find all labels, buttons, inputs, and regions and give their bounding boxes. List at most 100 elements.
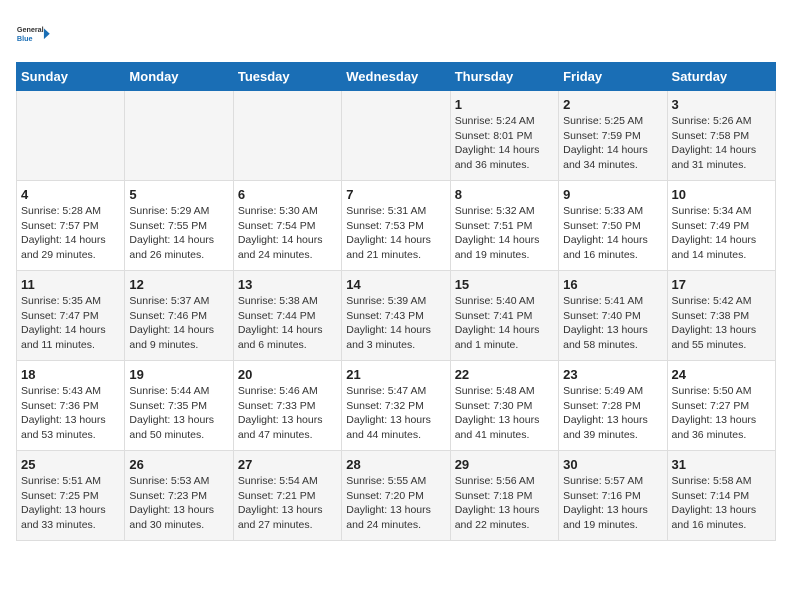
calendar-cell: 16 Sunrise: 5:41 AMSunset: 7:40 PMDayligh… (559, 271, 667, 361)
calendar-cell: 27Sunrise: 5:54 AMSunset: 7:21 PMDayligh… (233, 451, 341, 541)
day-info: Sunrise: 5:33 AMSunset: 7:50 PMDaylight:… (563, 204, 662, 263)
calendar-cell: 3Sunrise: 5:26 AMSunset: 7:58 PMDaylight… (667, 91, 775, 181)
weekday-header-tuesday: Tuesday (233, 63, 341, 91)
day-number: 13 (238, 277, 337, 292)
header: GeneralBlue (16, 16, 776, 52)
day-number: 14 (346, 277, 445, 292)
day-number: 9 (563, 187, 662, 202)
calendar-week-5: 25 Sunrise: 5:51 AMSunset: 7:25 PMDayligh… (17, 451, 776, 541)
day-info: Sunrise: 5:57 AMSunset: 7:16 PMDaylight:… (563, 474, 662, 533)
calendar-cell: 6Sunrise: 5:30 AMSunset: 7:54 PMDaylight… (233, 181, 341, 271)
day-number: 19 (129, 367, 228, 382)
day-info: Sunrise: 5:51 AMSunset: 7:25 PMDaylight:… (21, 474, 120, 533)
calendar-cell: 22 Sunrise: 5:48 AMSunset: 7:30 PMDayligh… (450, 361, 558, 451)
calendar-cell: 21Sunrise: 5:47 AMSunset: 7:32 PMDayligh… (342, 361, 450, 451)
day-number: 1 (455, 97, 554, 112)
day-info: Sunrise: 5:56 AMSunset: 7:18 PMDaylight:… (455, 474, 554, 533)
weekday-header-friday: Friday (559, 63, 667, 91)
calendar-cell: 25 Sunrise: 5:51 AMSunset: 7:25 PMDayligh… (17, 451, 125, 541)
day-number: 4 (21, 187, 120, 202)
calendar-cell (125, 91, 233, 181)
day-number: 18 (21, 367, 120, 382)
svg-text:Blue: Blue (17, 34, 33, 43)
day-info: Sunrise: 5:43 AMSunset: 7:36 PMDaylight:… (21, 384, 120, 443)
weekday-header-wednesday: Wednesday (342, 63, 450, 91)
day-info: Sunrise: 5:28 AMSunset: 7:57 PMDaylight:… (21, 204, 120, 263)
day-number: 8 (455, 187, 554, 202)
day-number: 23 (563, 367, 662, 382)
svg-text:General: General (17, 25, 44, 34)
day-info: Sunrise: 5:58 AMSunset: 7:14 PMDaylight:… (672, 474, 771, 533)
day-number: 24 (672, 367, 771, 382)
calendar-cell (17, 91, 125, 181)
day-number: 26 (129, 457, 228, 472)
day-number: 7 (346, 187, 445, 202)
day-number: 25 (21, 457, 120, 472)
day-number: 15 (455, 277, 554, 292)
weekday-header-thursday: Thursday (450, 63, 558, 91)
calendar-cell: 28 Sunrise: 5:55 AMSunset: 7:20 PMDayligh… (342, 451, 450, 541)
day-number: 5 (129, 187, 228, 202)
calendar-week-4: 18 Sunrise: 5:43 AMSunset: 7:36 PMDayligh… (17, 361, 776, 451)
calendar-cell: 15 Sunrise: 5:40 AMSunset: 7:41 PMDayligh… (450, 271, 558, 361)
calendar-cell: 2 Sunrise: 5:25 AMSunset: 7:59 PMDaylight… (559, 91, 667, 181)
day-number: 11 (21, 277, 120, 292)
day-info: Sunrise: 5:35 AMSunset: 7:47 PMDaylight:… (21, 294, 120, 353)
day-number: 6 (238, 187, 337, 202)
calendar-cell: 23 Sunrise: 5:49 AMSunset: 7:28 PMDayligh… (559, 361, 667, 451)
calendar-week-1: 1 Sunrise: 5:24 AMSunset: 8:01 PMDaylight… (17, 91, 776, 181)
calendar-cell: 4 Sunrise: 5:28 AMSunset: 7:57 PMDaylight… (17, 181, 125, 271)
day-number: 16 (563, 277, 662, 292)
day-number: 17 (672, 277, 771, 292)
day-info: Sunrise: 5:31 AMSunset: 7:53 PMDaylight:… (346, 204, 445, 263)
day-info: Sunrise: 5:32 AMSunset: 7:51 PMDaylight:… (455, 204, 554, 263)
calendar-cell (233, 91, 341, 181)
day-info: Sunrise: 5:24 AMSunset: 8:01 PMDaylight:… (455, 114, 554, 173)
day-number: 28 (346, 457, 445, 472)
calendar-week-3: 11 Sunrise: 5:35 AMSunset: 7:47 PMDayligh… (17, 271, 776, 361)
weekday-header-saturday: Saturday (667, 63, 775, 91)
day-number: 10 (672, 187, 771, 202)
calendar-cell: 20Sunrise: 5:46 AMSunset: 7:33 PMDayligh… (233, 361, 341, 451)
calendar-cell: 10 Sunrise: 5:34 AMSunset: 7:49 PMDayligh… (667, 181, 775, 271)
day-info: Sunrise: 5:44 AMSunset: 7:35 PMDaylight:… (129, 384, 228, 443)
day-number: 2 (563, 97, 662, 112)
day-info: Sunrise: 5:38 AMSunset: 7:44 PMDaylight:… (238, 294, 337, 353)
weekday-header-monday: Monday (125, 63, 233, 91)
day-info: Sunrise: 5:34 AMSunset: 7:49 PMDaylight:… (672, 204, 771, 263)
calendar-cell: 30 Sunrise: 5:57 AMSunset: 7:16 PMDayligh… (559, 451, 667, 541)
calendar-cell: 19 Sunrise: 5:44 AMSunset: 7:35 PMDayligh… (125, 361, 233, 451)
day-number: 21 (346, 367, 445, 382)
calendar-cell: 11 Sunrise: 5:35 AMSunset: 7:47 PMDayligh… (17, 271, 125, 361)
day-info: Sunrise: 5:40 AMSunset: 7:41 PMDaylight:… (455, 294, 554, 353)
calendar-cell: 17 Sunrise: 5:42 AMSunset: 7:38 PMDayligh… (667, 271, 775, 361)
calendar-cell: 7 Sunrise: 5:31 AMSunset: 7:53 PMDaylight… (342, 181, 450, 271)
day-info: Sunrise: 5:42 AMSunset: 7:38 PMDaylight:… (672, 294, 771, 353)
day-info: Sunrise: 5:49 AMSunset: 7:28 PMDaylight:… (563, 384, 662, 443)
day-number: 27 (238, 457, 337, 472)
calendar-cell: 5 Sunrise: 5:29 AMSunset: 7:55 PMDaylight… (125, 181, 233, 271)
calendar-cell: 26 Sunrise: 5:53 AMSunset: 7:23 PMDayligh… (125, 451, 233, 541)
calendar-week-2: 4 Sunrise: 5:28 AMSunset: 7:57 PMDaylight… (17, 181, 776, 271)
day-number: 30 (563, 457, 662, 472)
day-info: Sunrise: 5:37 AMSunset: 7:46 PMDaylight:… (129, 294, 228, 353)
day-number: 29 (455, 457, 554, 472)
day-info: Sunrise: 5:48 AMSunset: 7:30 PMDaylight:… (455, 384, 554, 443)
day-number: 12 (129, 277, 228, 292)
weekday-header-sunday: Sunday (17, 63, 125, 91)
day-info: Sunrise: 5:55 AMSunset: 7:20 PMDaylight:… (346, 474, 445, 533)
day-number: 22 (455, 367, 554, 382)
calendar-cell (342, 91, 450, 181)
day-info: Sunrise: 5:26 AMSunset: 7:58 PMDaylight:… (672, 114, 771, 173)
day-info: Sunrise: 5:29 AMSunset: 7:55 PMDaylight:… (129, 204, 228, 263)
calendar-cell: 31 Sunrise: 5:58 AMSunset: 7:14 PMDayligh… (667, 451, 775, 541)
day-info: Sunrise: 5:25 AMSunset: 7:59 PMDaylight:… (563, 114, 662, 173)
day-info: Sunrise: 5:50 AMSunset: 7:27 PMDaylight:… (672, 384, 771, 443)
day-info: Sunrise: 5:41 AMSunset: 7:40 PMDaylight:… (563, 294, 662, 353)
day-info: Sunrise: 5:53 AMSunset: 7:23 PMDaylight:… (129, 474, 228, 533)
calendar-cell: 9 Sunrise: 5:33 AMSunset: 7:50 PMDaylight… (559, 181, 667, 271)
calendar-cell: 18 Sunrise: 5:43 AMSunset: 7:36 PMDayligh… (17, 361, 125, 451)
calendar-cell: 1 Sunrise: 5:24 AMSunset: 8:01 PMDaylight… (450, 91, 558, 181)
day-number: 31 (672, 457, 771, 472)
day-number: 20 (238, 367, 337, 382)
